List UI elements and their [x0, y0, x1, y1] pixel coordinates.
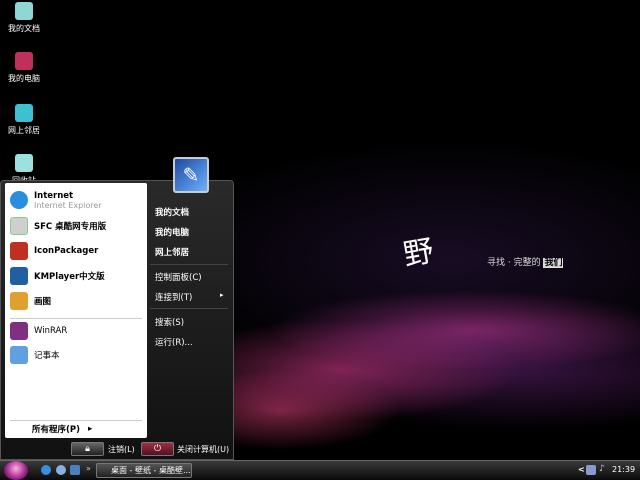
icon-label: 我的电脑 [8, 74, 40, 83]
place-network[interactable]: 网上邻居 [155, 246, 189, 258]
item-sublabel: Internet Explorer [34, 200, 102, 210]
ie-icon [10, 191, 28, 209]
place-run[interactable]: 运行(R)... [155, 336, 193, 348]
place-my-documents[interactable]: 我的文档 [155, 206, 189, 218]
recent-paint[interactable]: 画图 [10, 290, 51, 312]
arrow-right-icon: ▸ [220, 291, 224, 299]
arrow-right-icon: ▸ [88, 424, 93, 434]
recent-iconpackager[interactable]: IconPackager [10, 240, 98, 262]
pinned-internet[interactable]: Internet Internet Explorer [10, 189, 102, 211]
place-my-computer[interactable]: 我的电脑 [155, 226, 189, 238]
computer-icon [15, 52, 33, 70]
recent-winrar[interactable]: WinRAR [10, 320, 67, 342]
icon-label: 我的文档 [8, 24, 40, 33]
documents-icon [15, 2, 33, 20]
quicklaunch-browser-icon[interactable] [56, 465, 66, 475]
task-label: 桌面 - 壁纸 - 桌酷壁... [111, 466, 191, 475]
taskbar-window-button[interactable]: 桌面 - 壁纸 - 桌酷壁... [96, 463, 192, 478]
tray-volume-icon[interactable]: ♪ [599, 464, 605, 474]
place-search[interactable]: 搜索(S) [155, 316, 184, 328]
logoff-button[interactable]: 🔒︎ [71, 442, 104, 456]
item-label: WinRAR [34, 326, 68, 336]
pinned-sfc[interactable]: SFC 桌酷网专用版 [10, 215, 106, 237]
recent-notepad[interactable]: 记事本 [10, 344, 60, 366]
power-icon: ⏻ [153, 444, 162, 454]
start-button[interactable] [4, 461, 28, 480]
place-connect-to[interactable]: 连接到(T) [155, 291, 192, 303]
item-label: 记事本 [34, 351, 60, 361]
clock[interactable]: 21:39 [612, 465, 635, 474]
desktop-icon-my-documents[interactable]: 我的文档 [4, 2, 44, 34]
recycle-bin-icon [15, 154, 33, 172]
slogan-highlight: 我们 [543, 258, 564, 268]
desktop-icon-my-computer[interactable]: 我的电脑 [4, 52, 44, 84]
item-label: SFC 桌酷网专用版 [34, 222, 107, 232]
divider [150, 264, 228, 265]
kmplayer-icon [10, 267, 28, 285]
place-control-panel[interactable]: 控制面板(C) [155, 271, 202, 283]
item-label: 画图 [34, 297, 52, 307]
slogan-text: 寻找 · 完整的 [487, 258, 541, 268]
all-programs-button[interactable]: 所有程序(P) ▸ [32, 421, 92, 437]
quicklaunch-ie-icon[interactable] [41, 465, 51, 475]
start-menu-programs: Internet Internet Explorer SFC 桌酷网专用版 Ico… [5, 183, 147, 438]
winrar-icon [10, 322, 28, 340]
item-label: Internet [34, 190, 74, 201]
quicklaunch-expand-icon[interactable]: » [86, 464, 91, 473]
item-label: IconPackager [34, 246, 99, 256]
network-icon [15, 104, 33, 122]
iconpackager-icon [10, 242, 28, 260]
quicklaunch-desktop-icon[interactable] [70, 465, 80, 475]
desktop-icon-network[interactable]: 网上邻居 [4, 104, 44, 136]
tray-expand-icon[interactable]: < [578, 465, 585, 474]
icon-label: 网上邻居 [8, 126, 40, 135]
item-label: 所有程序(P) [32, 425, 80, 435]
paint-icon [10, 292, 28, 310]
wallpaper-slogan: 寻找 · 完整的 我们 [487, 255, 564, 268]
logoff-label[interactable]: 注销(L) [108, 444, 135, 455]
user-picture-icon[interactable]: ✎ [173, 157, 209, 193]
divider [150, 308, 228, 309]
divider [10, 318, 142, 319]
tray-network-icon[interactable] [586, 465, 596, 475]
notepad-icon [10, 346, 28, 364]
item-label: KMPlayer中文版 [34, 272, 105, 282]
shutdown-button[interactable]: ⏻ [141, 442, 174, 456]
sfc-icon [10, 217, 28, 235]
lock-icon: 🔒︎ [85, 444, 90, 454]
shutdown-label[interactable]: 关闭计算机(U) [177, 444, 229, 455]
recent-kmplayer[interactable]: KMPlayer中文版 [10, 265, 105, 287]
